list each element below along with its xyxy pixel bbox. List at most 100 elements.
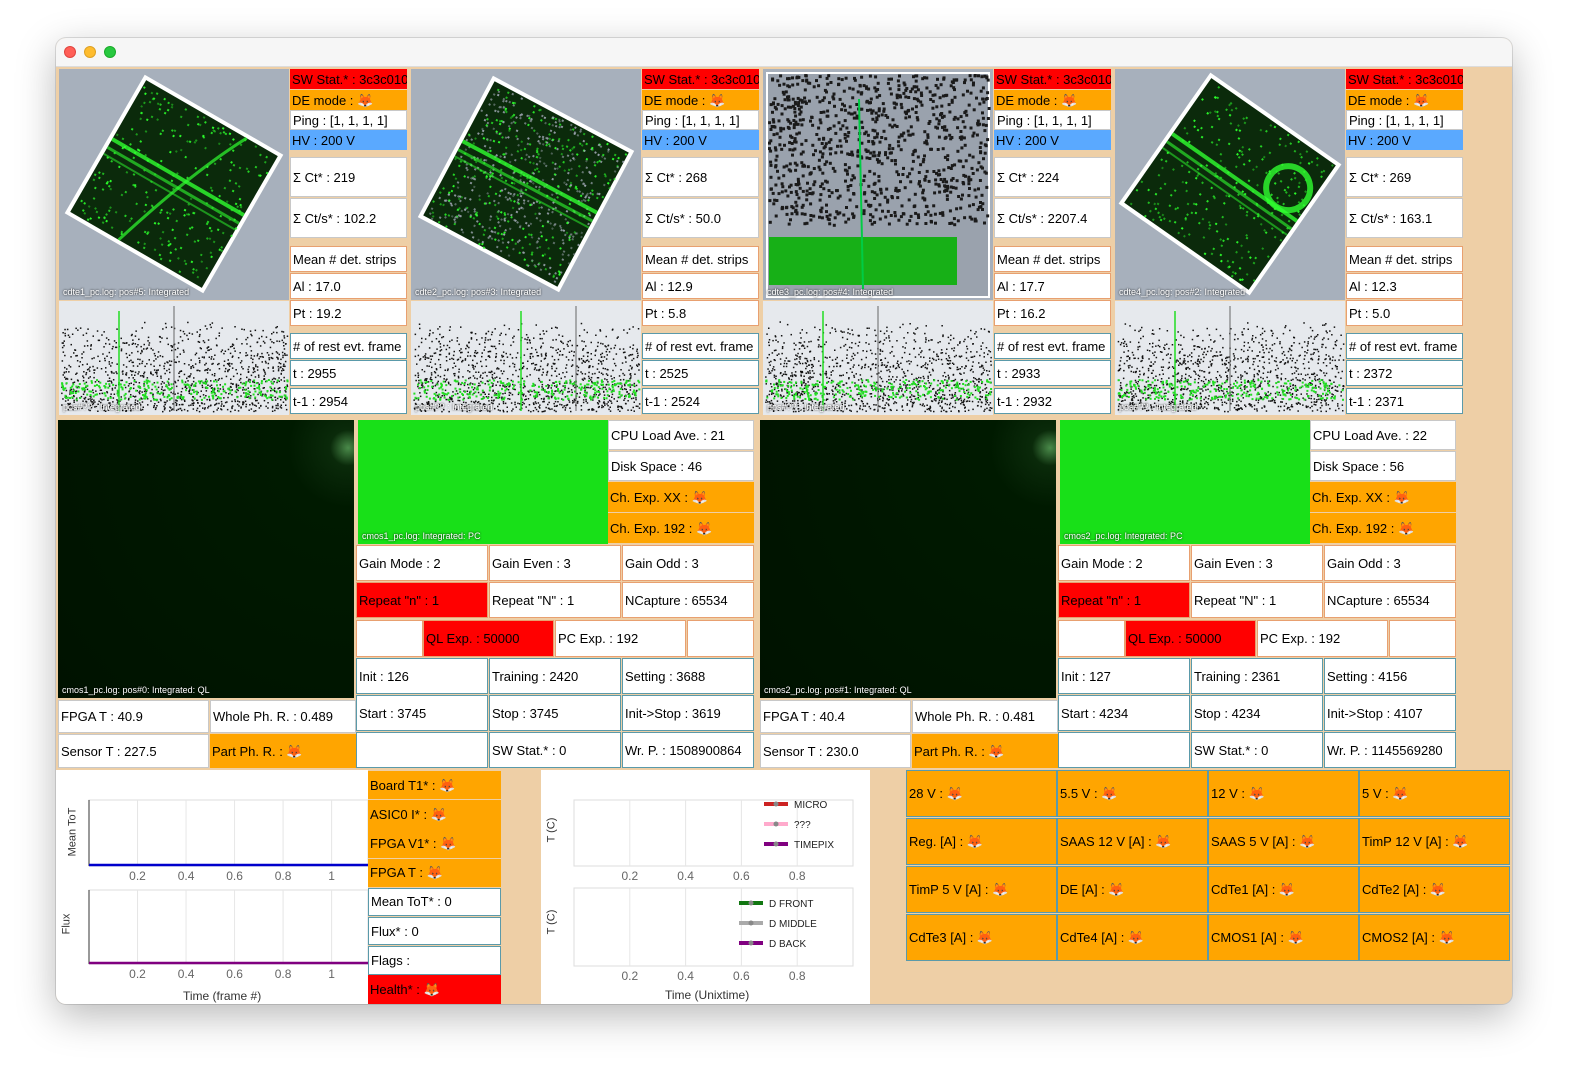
cdte4-sum-ct: Σ Ct* : 269	[1346, 157, 1463, 197]
close-window-button[interactable]	[64, 46, 76, 58]
cdte2-image-caption: cdte2_pc.log: pos#3: Integrated	[415, 287, 542, 297]
cdte4-hv: HV : 200 V	[1346, 130, 1463, 150]
cdte2-spectrum	[411, 301, 641, 415]
cdte4-pt: Pt : 5.0	[1346, 300, 1463, 326]
cmos2-init: Init : 127	[1058, 658, 1190, 694]
cdte4-mean-strips: Mean # det. strips	[1346, 246, 1463, 272]
x-tick-label: 0.8	[789, 969, 806, 983]
cmos1-sw-stat: SW Stat.* : 0	[489, 732, 621, 768]
legend-marker	[748, 940, 754, 946]
cdte2-image-panel: cdte2_pc.log: pos#3: Integrated	[411, 69, 641, 300]
cmos2-fpga-t: FPGA T : 40.4	[760, 700, 911, 733]
legend-label: TIMEPIX	[794, 840, 834, 851]
cdte1-al: Al : 17.0	[290, 273, 407, 299]
timepix-plots-svg: 0.2 0.4 0.6 0.8 1 0.2 0.4 0.6 0.8 1	[88, 799, 368, 981]
x-tick-label: 0.2	[621, 869, 638, 883]
cdte2-image	[417, 75, 635, 293]
power-1-3: TimP 12 V [A] : 🦊	[1359, 818, 1510, 865]
cdte1-spectrum-caption: pos#?? : Integrated	[63, 402, 141, 412]
cdte4-image	[1118, 72, 1342, 296]
cdte2-de-mode: DE mode : 🦊	[642, 90, 759, 110]
x-tick-label: 0.4	[677, 869, 694, 883]
cdte4-al: Al : 12.3	[1346, 273, 1463, 299]
timepix-flags: Flags :	[368, 946, 501, 975]
power-2-3: CdTe2 [A] : 🦊	[1359, 866, 1510, 913]
x-tick-label: 0.4	[677, 969, 694, 983]
cmos1-setting: Setting : 3688	[622, 658, 754, 694]
cmos2-repeat-n: Repeat "n" : 1	[1058, 582, 1190, 618]
legend-label: D MIDDLE	[769, 919, 817, 930]
cdte2-t-minus-1: t-1 : 2524	[642, 388, 759, 414]
cdte1-rest-frame: # of rest evt. frame	[290, 333, 407, 359]
cdte1-mean-strips: Mean # det. strips	[290, 246, 407, 272]
cmos1-repeat-N: Repeat "N" : 1	[489, 582, 621, 618]
cdte3-hv: HV : 200 V	[994, 130, 1111, 150]
cdte3-pt: Pt : 16.2	[994, 300, 1111, 326]
cdte1-pt: Pt : 19.2	[290, 300, 407, 326]
cmos1-init-stop: Init->Stop : 3619	[622, 695, 754, 731]
cdte3-sw-stat: SW Stat.* : 3c3c010	[994, 69, 1111, 89]
cdte3-sum-ct: Σ Ct* : 224	[994, 157, 1111, 197]
cdte1-image-panel: cdte1_pc.log: pos#5: Integrated	[59, 69, 289, 300]
cmos2-ch-exp-192: Ch. Exp. 192 : 🦊	[1310, 513, 1456, 543]
power-2-0: TimP 5 V [A] : 🦊	[906, 866, 1057, 913]
cdte1-t-minus-1: t-1 : 2954	[290, 388, 407, 414]
cmos1-ql-exp-spacer	[356, 620, 423, 657]
cmos1-ql-caption: cmos1_pc.log: pos#0: Integrated: QL	[62, 685, 210, 695]
cdte3-sum-cts: Σ Ct/s* : 2207.4	[994, 198, 1111, 238]
cmos2-wr-p: Wr. P. : 1145569280	[1324, 732, 1456, 768]
cmos1-sensor-t: Sensor T : 227.5	[58, 734, 209, 768]
x-tick-label: 1	[328, 967, 335, 981]
x-tick-label: 0.8	[789, 869, 806, 883]
cmos2-gain-even: Gain Even : 3	[1191, 545, 1323, 581]
cmos1-whole-ph: Whole Ph. R. : 0.489	[210, 700, 356, 733]
legend-label: ???	[794, 820, 811, 831]
cdte1-ping: Ping : [1, 1, 1, 1]	[290, 110, 407, 130]
cmos2-blank	[1058, 732, 1190, 768]
cdte3-spectrum-panel: pos#?? : Integrated	[763, 301, 993, 415]
cdte1-sum-cts: Σ Ct/s* : 102.2	[290, 198, 407, 238]
plot-area	[88, 799, 368, 867]
cmos1-gain-mode: Gain Mode : 2	[356, 545, 488, 581]
cdte2-al: Al : 12.9	[642, 273, 759, 299]
timepix-fpga-t: FPGA T : 🦊	[368, 858, 501, 887]
x-tick-label: 0.4	[178, 967, 195, 981]
cdte2-hv: HV : 200 V	[642, 130, 759, 150]
temp-ylabel-bottom: T (C)	[545, 909, 558, 935]
x-tick-label: 0.4	[178, 869, 195, 883]
temp-plot-top: 0.2 0.4 0.6 0.8 MICRO??? TIMEPIX	[573, 799, 854, 883]
temperature-plot-panel: 0.2 0.4 0.6 0.8 MICRO??? TIMEPIX 0.2 0.4 0.6 0.8…	[541, 770, 870, 1004]
cdte4-t: t : 2372	[1346, 360, 1463, 386]
cdte3-rest-frame: # of rest evt. frame	[994, 333, 1111, 359]
mean-tot-plot: 0.2 0.4 0.6 0.8 1	[88, 799, 368, 883]
x-tick-label: 0.8	[275, 967, 292, 981]
zoom-window-button[interactable]	[104, 46, 116, 58]
minimize-window-button[interactable]	[84, 46, 96, 58]
cmos1-disk-space: Disk Space : 46	[608, 451, 754, 481]
cmos2-cpu-load: CPU Load Ave. : 22	[1310, 420, 1456, 450]
cdte2-mean-strips: Mean # det. strips	[642, 246, 759, 272]
cdte4-rest-frame: # of rest evt. frame	[1346, 333, 1463, 359]
cmos1-pc-caption: cmos1_pc.log: Integrated: PC	[362, 531, 481, 541]
power-2-1: DE [A] : 🦊	[1057, 866, 1208, 913]
cmos1-ch-exp-192: Ch. Exp. 192 : 🦊	[608, 513, 754, 543]
power-3-1: CdTe4 [A] : 🦊	[1057, 914, 1208, 961]
flux-ylabel: Flux	[60, 913, 73, 935]
x-tick-label: 1	[328, 869, 335, 883]
cdte1-image	[64, 74, 284, 294]
cdte3-al: Al : 17.7	[994, 273, 1111, 299]
cmos2-disk-space: Disk Space : 56	[1310, 451, 1456, 481]
cmos1-init: Init : 126	[356, 658, 488, 694]
temp-xlabel: Time (Unixtime)	[665, 988, 750, 1002]
legend-label: D FRONT	[769, 899, 813, 910]
cmos2-init-stop: Init->Stop : 4107	[1324, 695, 1456, 731]
cmos1-ql-image: cmos1_pc.log: pos#0: Integrated: QL	[58, 420, 354, 698]
timepix-xlabel: Time (frame #)	[183, 989, 262, 1003]
temp-plot-bottom: 0.2 0.4 0.6 0.8 D FRONT D MIDDLE D BACK	[573, 887, 854, 983]
cdte4-de-mode: DE mode : 🦊	[1346, 90, 1463, 110]
cmos2-ql-exp-spacer	[1058, 620, 1125, 657]
cdte4-image-caption: cdte4_pc.log: pos#2: Integrated	[1119, 287, 1246, 297]
cmos2-setting: Setting : 4156	[1324, 658, 1456, 694]
cdte4-ping: Ping : [1, 1, 1, 1]	[1346, 110, 1463, 130]
cdte3-t-minus-1: t-1 : 2932	[994, 388, 1111, 414]
